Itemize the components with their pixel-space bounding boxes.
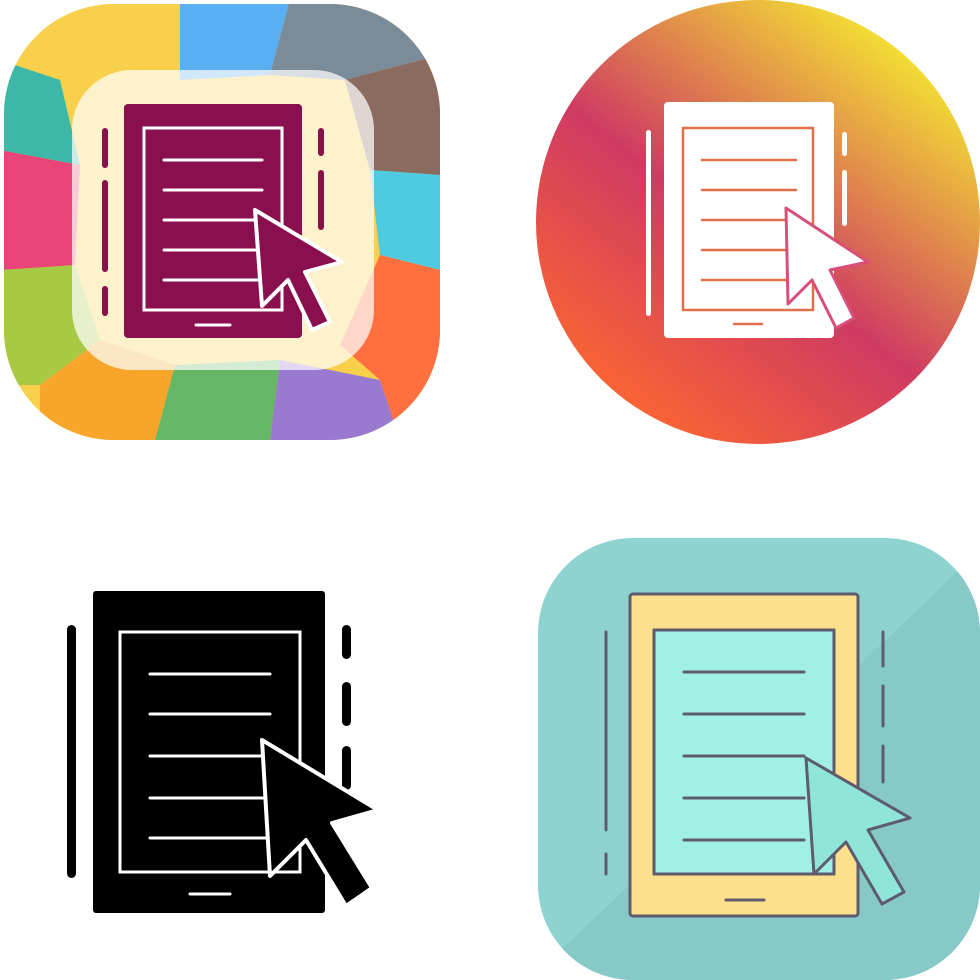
tablet-cursor-icon-filled-line-svg [538, 538, 980, 980]
tablet-cursor-icon-glyph [0, 490, 490, 980]
screen [652, 628, 836, 876]
tablet-cursor-icon-glyph-svg [67, 591, 380, 913]
tablet-cursor-icon-filled-line [490, 490, 980, 980]
tablet-cursor-icon-colorful [0, 0, 490, 490]
tablet-glyph [67, 591, 351, 913]
tablet-cursor-icon-gradient-svg [536, 0, 980, 444]
tablet-cursor-icon-gradient [490, 0, 980, 490]
tablet-cursor-icon-colorful-svg [4, 4, 440, 440]
